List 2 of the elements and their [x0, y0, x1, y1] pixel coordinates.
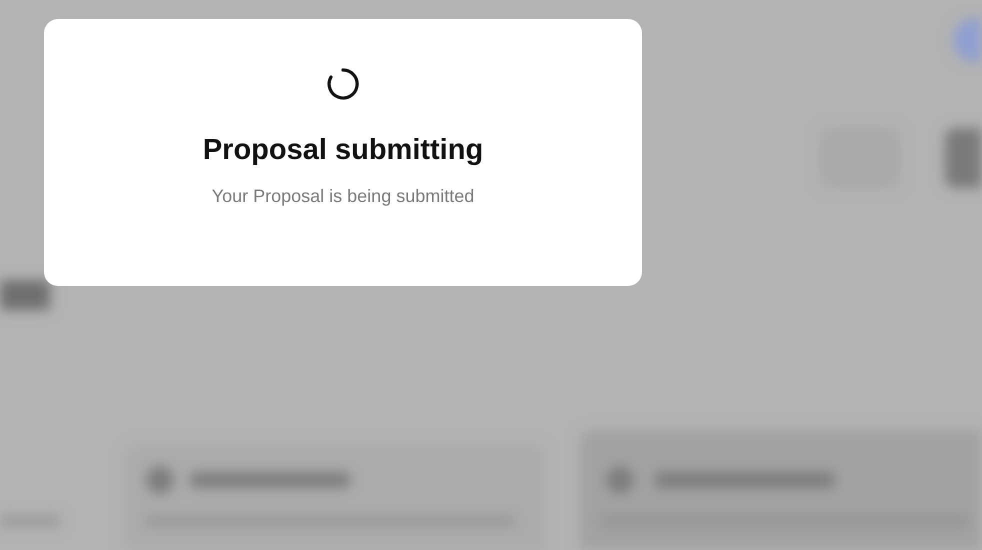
dialog-message: Your Proposal is being submitted [212, 187, 474, 205]
dialog-title: Proposal submitting [202, 136, 484, 165]
